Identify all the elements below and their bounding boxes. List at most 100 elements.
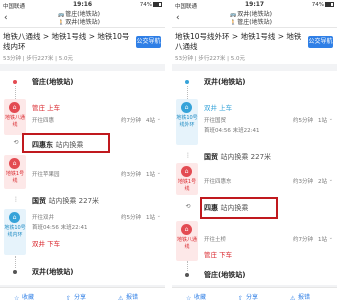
- stop-count: 4站: [146, 118, 155, 124]
- back-arrow-icon[interactable]: ‹: [176, 14, 180, 23]
- route-steps: 管庄(地铁站) ⌂ 地铁八通线 管庄 上车 开往四惠 约7分钟 4站 ⌄ ⟲ 四…: [0, 71, 165, 285]
- chevron-down-icon[interactable]: ⌄: [329, 116, 333, 122]
- stop-count: 1站: [146, 215, 155, 221]
- transfer-icon: ⟲: [13, 139, 19, 146]
- share-icon: ⇧: [66, 295, 72, 302]
- screens-container: 中国联通 19:16 74% ‹ 管庄(地铁站) 双井(地铁站) 地铁八通线 >…: [0, 0, 342, 304]
- walk-dash: [14, 256, 16, 268]
- walk-dash: [186, 86, 188, 99]
- direction-label: 开往国贸: [204, 118, 227, 124]
- board-station: 管庄 上车: [32, 104, 61, 112]
- clock: 19:17: [245, 1, 265, 8]
- nav-bar: ‹ 双井(地铁站) 管庄(地铁站): [172, 10, 337, 28]
- start-station: 双井(地铁站): [204, 78, 246, 86]
- route-header: 地铁八通线 > 地铁1号线 > 地铁10号线内环 53分钟 | 步行227米 |…: [0, 28, 165, 64]
- battery-percent: 74%: [311, 2, 324, 8]
- back-arrow-icon[interactable]: ‹: [4, 14, 8, 23]
- start-dot: [185, 80, 189, 84]
- spacer: [172, 64, 337, 68]
- battery-icon: [325, 2, 334, 7]
- line-label-line10: 地铁10号线内环: [4, 225, 26, 238]
- warning-icon: ⚠: [290, 295, 296, 302]
- battery-percent: 74%: [139, 2, 152, 8]
- walk-transfer: 国贸 站内换乘 227米: [204, 153, 272, 161]
- subway-icon: ⌂: [9, 158, 20, 169]
- alight-station: 管庄 下车: [204, 251, 233, 259]
- end-station: 双井(地铁站): [32, 268, 74, 276]
- route-summary: 53分钟 | 步行227米 | 5.0元: [175, 56, 245, 62]
- destination-label: 双井(地铁站): [58, 19, 100, 27]
- favorite-button[interactable]: ☆ 收藏: [186, 292, 206, 302]
- line-label-line10: 地铁10号线外环: [176, 115, 198, 128]
- walk-transfer: 国贸 站内换乘 227米: [32, 197, 100, 205]
- bottom-toolbar: ☆ 收藏 ⇧ 分享 ⚠ 报错: [172, 287, 337, 304]
- direction-label: 开往双井: [32, 215, 55, 221]
- carrier-label: 中国联通: [175, 4, 198, 10]
- subway-icon: ⌂: [181, 102, 192, 113]
- stop-count: 1站: [318, 237, 327, 243]
- walk-icon: ⋮: [185, 152, 191, 159]
- report-button[interactable]: ⚠ 报错: [290, 292, 310, 302]
- favorite-button[interactable]: ☆ 收藏: [14, 292, 34, 302]
- line-label-line1: 地铁1号线: [177, 179, 197, 192]
- chevron-down-icon[interactable]: ⌄: [157, 213, 161, 219]
- direction-label: 开往四惠东: [204, 179, 232, 185]
- share-icon: ⇧: [238, 295, 244, 302]
- chevron-down-icon[interactable]: ⌄: [329, 177, 333, 183]
- route-summary: 53分钟 | 步行227米 | 5.0元: [3, 56, 73, 62]
- ride-time: 约5分钟: [121, 215, 141, 221]
- transfer-icon: ⟲: [185, 203, 191, 210]
- spacer: [0, 64, 165, 68]
- subway-icon: ⌂: [9, 102, 20, 113]
- stop-count: 1站: [318, 118, 327, 124]
- subway-icon: ⌂: [181, 224, 192, 235]
- carrier-label: 中国联通: [3, 4, 26, 10]
- chevron-down-icon[interactable]: ⌄: [157, 116, 161, 122]
- board-station: 双井 上车: [204, 104, 233, 112]
- star-icon: ☆: [14, 295, 20, 302]
- route-title: 地铁10号线外环 > 地铁1号线 > 地铁八通线: [175, 32, 302, 51]
- route-steps: 双井(地铁站) ⌂ 地铁10号线外环 双井 上车 开往国贸 首班04:56 末班…: [172, 71, 337, 285]
- origin-label: 管庄(地铁站): [58, 11, 100, 19]
- end-station: 管庄(地铁站): [204, 271, 246, 279]
- destination-label: 管庄(地铁站): [230, 19, 272, 27]
- status-bar: 中国联通 19:17 74%: [172, 0, 337, 10]
- transit-nav-button[interactable]: 公交导航: [308, 36, 333, 48]
- schedule-label: 首班04:56 末班22:41: [204, 128, 260, 134]
- divider: [165, 0, 172, 304]
- stop-count: 2站: [318, 179, 327, 185]
- walk-dash: [14, 86, 16, 99]
- left-screen: 中国联通 19:16 74% ‹ 管庄(地铁站) 双井(地铁站) 地铁八通线 >…: [0, 0, 165, 304]
- ride-time: 约3分钟: [121, 172, 141, 178]
- share-button[interactable]: ⇧ 分享: [238, 292, 258, 302]
- share-button[interactable]: ⇧ 分享: [66, 292, 86, 302]
- subway-icon: ⌂: [181, 166, 192, 177]
- bottom-toolbar: ☆ 收藏 ⇧ 分享 ⚠ 报错: [0, 287, 165, 304]
- stop-count: 1站: [146, 172, 155, 178]
- chevron-down-icon[interactable]: ⌄: [329, 235, 333, 241]
- transit-nav-button[interactable]: 公交导航: [136, 36, 161, 48]
- direction-label: 开往四惠: [32, 118, 55, 124]
- transfer-station: 四惠东 站内换乘: [32, 141, 84, 149]
- direction-label: 开往苹果园: [32, 172, 60, 178]
- status-bar: 中国联通 19:16 74%: [0, 0, 165, 10]
- schedule-label: 首班04:56 末班22:41: [32, 225, 88, 231]
- end-dot: [13, 270, 17, 274]
- direction-label: 开往土桥: [204, 237, 227, 243]
- report-button[interactable]: ⚠ 报错: [118, 292, 138, 302]
- transfer-station: 四惠 站内换乘: [204, 204, 249, 212]
- walk-dash: [186, 261, 188, 271]
- star-icon: ☆: [186, 295, 192, 302]
- alight-station: 双井 下车: [32, 240, 61, 248]
- chevron-down-icon[interactable]: ⌄: [157, 170, 161, 176]
- right-screen: 中国联通 19:17 74% ‹ 双井(地铁站) 管庄(地铁站) 地铁10号线外…: [172, 0, 337, 304]
- ride-time: 约7分钟: [293, 237, 313, 243]
- ride-time: 约5分钟: [293, 118, 313, 124]
- route-title: 地铁八通线 > 地铁1号线 > 地铁10号线内环: [3, 32, 130, 51]
- start-dot: [13, 80, 17, 84]
- start-station: 管庄(地铁站): [32, 78, 74, 86]
- line-label-line1: 地铁1号线: [5, 171, 25, 184]
- line-label-batong: 地铁八通线: [4, 115, 25, 128]
- battery-icon: [153, 2, 162, 7]
- route-header: 地铁10号线外环 > 地铁1号线 > 地铁八通线 53分钟 | 步行227米 |…: [172, 28, 337, 64]
